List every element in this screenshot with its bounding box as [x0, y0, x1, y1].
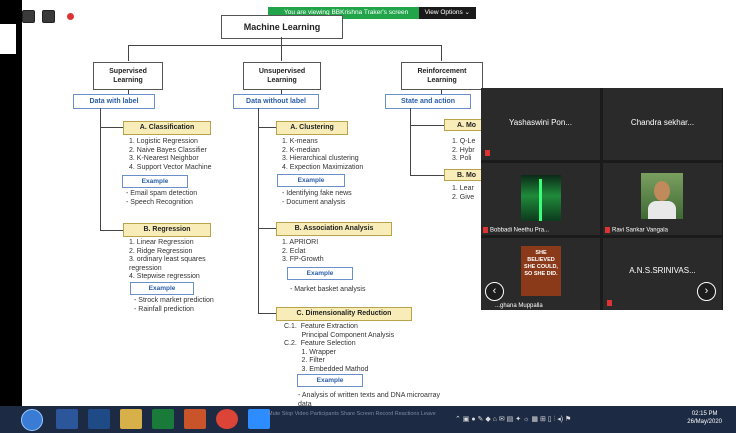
- classification-example-box: Example: [122, 175, 188, 188]
- participant-video: [521, 175, 561, 221]
- supervised-header-line2: Learning: [113, 77, 143, 84]
- participant-label: Ravi Sankar Vangala: [605, 227, 668, 234]
- association-example-box: Example: [287, 267, 353, 280]
- connector: [441, 45, 442, 61]
- unsupervised-header-line2: Learning: [267, 77, 297, 84]
- dimensionality-example-box: Example: [297, 374, 363, 387]
- zoom-toolbar-ghost: Mute Stop Video Participants Share Scree…: [268, 411, 436, 417]
- mindmap-title: Machine Learning: [221, 15, 343, 39]
- mic-muted-icon: [607, 300, 612, 306]
- reinforcement-header-line2: Learning: [427, 77, 457, 84]
- association-examples: - Market basket analysis: [290, 286, 366, 293]
- view-options-button[interactable]: View Options ⌄: [418, 7, 476, 19]
- reinforcement-header-line1: Reinforcement: [417, 68, 467, 75]
- connector: [258, 127, 276, 128]
- reinforcement-b-list: 1. Lear 2. Give: [452, 185, 475, 201]
- system-tray-icons[interactable]: ⌃ ▣ ● ✎ ◆ ⌂ ✉ ▤ ✦ ☼ ▦ ⊞ ▯ ⫶ ◂) ⚑: [455, 415, 571, 424]
- connector: [410, 108, 411, 176]
- participant-label-text: Bobbadi Neethu Pra...: [490, 228, 550, 234]
- file-explorer-icon[interactable]: [120, 409, 142, 429]
- internet-explorer-icon[interactable]: [88, 409, 110, 429]
- mic-muted-icon: [483, 227, 488, 234]
- mic-muted-icon: [485, 150, 490, 156]
- connector: [410, 175, 444, 176]
- participant-name: Yashaswini Pon...: [509, 118, 572, 127]
- powerpoint-icon[interactable]: [184, 409, 206, 429]
- chrome-icon[interactable]: [216, 409, 238, 429]
- participant-label: Bobbadi Neethu Pra...: [483, 227, 549, 234]
- media-player-icon[interactable]: [152, 409, 174, 429]
- supervised-header-line1: Supervised: [109, 68, 147, 75]
- connector: [100, 230, 123, 231]
- word-icon[interactable]: [56, 409, 78, 429]
- classification-box: A. Classification: [123, 121, 211, 135]
- connector: [258, 108, 259, 314]
- top-left-toolbar: [22, 8, 74, 26]
- dimensionality-box: C. Dimensionality Reduction: [276, 307, 412, 321]
- taskbar-clock[interactable]: 02:15 PM 26/May/2020: [687, 410, 722, 426]
- dimensionality-list: C.1. Feature Extraction Principal Compon…: [284, 323, 395, 373]
- classification-examples: - Email spam detection - Speech Recognit…: [126, 190, 198, 206]
- clock-time: 02:15 PM: [691, 411, 718, 417]
- regression-list: 1. Linear Regression 2. Ridge Regression…: [129, 239, 206, 281]
- reinforcement-a-list: 1. Q-Le 2. Hybr 3. Poli: [452, 138, 476, 163]
- participant-tile[interactable]: Chandra sekhar...: [603, 88, 722, 160]
- fullscreen-icon[interactable]: [22, 10, 35, 24]
- face-shape: [654, 181, 670, 201]
- association-list: 1. APRIORI 2. Eclat 3. FP-Growth: [282, 239, 324, 264]
- clustering-example-box: Example: [277, 174, 345, 187]
- supervised-tag: Data with label: [73, 94, 155, 109]
- connector: [128, 45, 442, 46]
- participant-name: A.N.S.SRINIVAS...: [629, 266, 696, 275]
- windows-taskbar: Mute Stop Video Participants Share Scree…: [0, 406, 736, 433]
- reinforcement-header: Reinforcement Learning: [401, 62, 483, 90]
- regression-example-box: Example: [130, 282, 194, 295]
- start-button[interactable]: [21, 409, 43, 431]
- recording-dot-icon: [66, 13, 74, 21]
- participant-label: ...ghana Muppalla: [495, 303, 543, 309]
- regression-box: B. Regression: [123, 223, 211, 237]
- connector: [281, 37, 282, 45]
- clustering-list: 1. K-means 2. K-median 3. Hierarchical c…: [282, 138, 364, 171]
- shirt-shape: [648, 201, 676, 219]
- clustering-box: A. Clustering: [276, 121, 348, 135]
- connector: [410, 125, 444, 126]
- left-black-strip: [0, 0, 22, 406]
- reinforcement-tag: State and action: [385, 94, 471, 109]
- mic-muted-icon: [605, 227, 610, 234]
- unsupervised-tag: Data without label: [233, 94, 319, 109]
- participant-image: SHE BELIEVED SHE COULD, SO SHE DID.: [521, 246, 561, 296]
- participant-video: [641, 173, 683, 219]
- clock-date: 26/May/2020: [687, 419, 722, 425]
- clustering-examples: - Identifying fake news - Document analy…: [282, 190, 352, 206]
- connector: [128, 45, 129, 61]
- regression-examples: - Strock market prediction - Rainfall pr…: [134, 297, 214, 313]
- participant-tile[interactable]: Yashaswini Pon...: [481, 88, 600, 160]
- previous-page-button[interactable]: ‹: [485, 282, 504, 301]
- connector: [258, 313, 276, 314]
- participant-tile[interactable]: Bobbadi Neethu Pra...: [481, 163, 600, 235]
- participants-gallery: Yashaswini Pon... Chandra sekhar... Bobb…: [481, 88, 723, 310]
- association-box: B. Association Analysis: [276, 222, 392, 236]
- connector: [100, 127, 123, 128]
- left-white-notch: [0, 24, 16, 54]
- classification-list: 1. Logistic Regression 2. Naive Bayes Cl…: [129, 138, 212, 171]
- participant-tile[interactable]: Ravi Sankar Vangala: [603, 163, 722, 235]
- tower-shape: [539, 179, 542, 221]
- connector: [281, 45, 282, 61]
- zoom-icon[interactable]: [248, 409, 270, 429]
- security-icon[interactable]: [42, 10, 56, 24]
- participant-name: Chandra sekhar...: [630, 118, 695, 127]
- supervised-header: Supervised Learning: [93, 62, 163, 90]
- participant-label-text: Ravi Sankar Vangala: [612, 228, 668, 234]
- next-page-button[interactable]: ›: [697, 282, 716, 301]
- unsupervised-header-line1: Unsupervised: [258, 68, 306, 75]
- connector: [258, 228, 276, 229]
- unsupervised-header: Unsupervised Learning: [243, 62, 321, 90]
